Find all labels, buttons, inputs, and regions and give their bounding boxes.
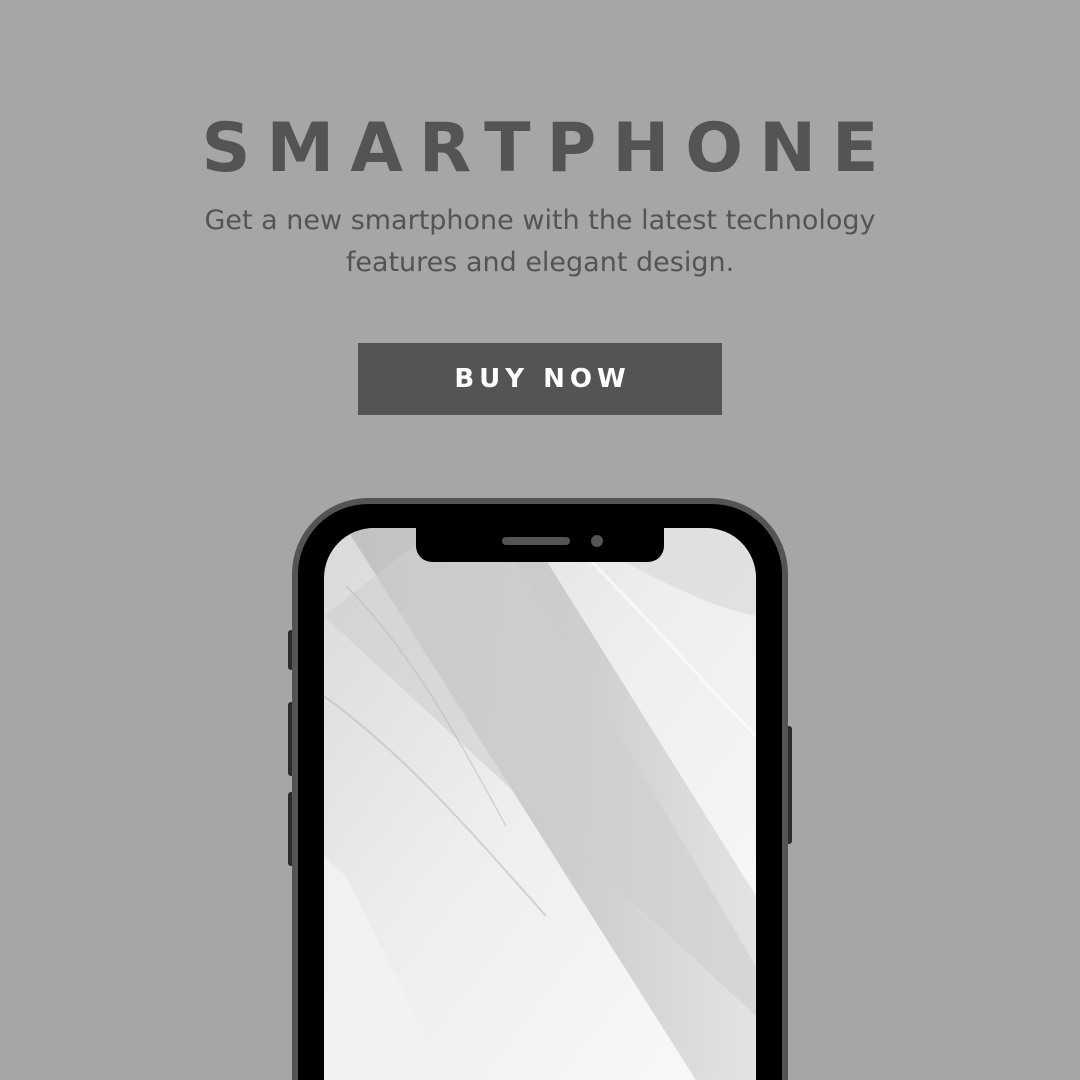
- phone-screen: [324, 528, 756, 1080]
- phone-mockup: [286, 496, 794, 1080]
- speaker-grille: [502, 537, 570, 545]
- subtitle-line-1: Get a new smartphone with the latest tec…: [204, 205, 876, 236]
- phone-illustration: [288, 498, 792, 1080]
- front-camera-icon: [591, 535, 603, 547]
- headline: SMARTPHONE: [201, 109, 895, 188]
- subtitle-line-2: features and elegant design.: [345, 247, 735, 278]
- buy-now-button[interactable]: BUY NOW: [358, 343, 722, 415]
- subtitle: Get a new smartphone with the latest tec…: [150, 200, 930, 284]
